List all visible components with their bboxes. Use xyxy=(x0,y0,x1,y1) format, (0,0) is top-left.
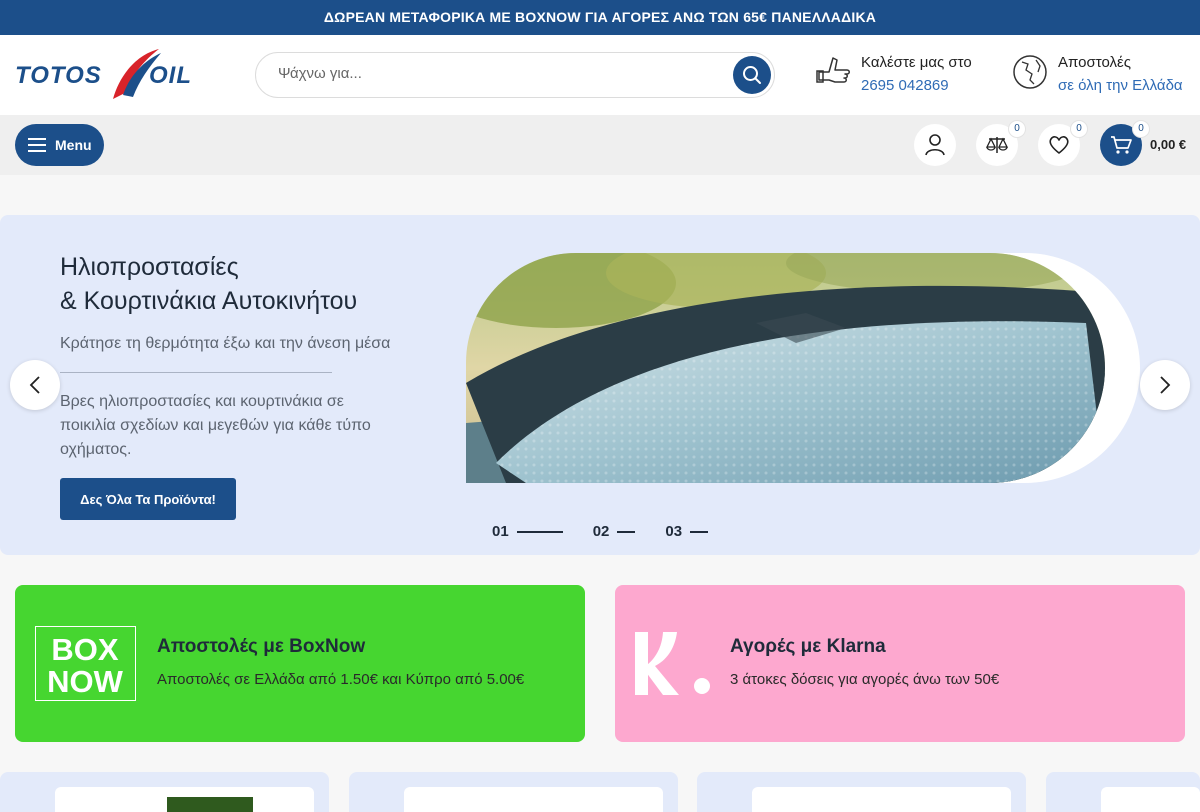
cart-button[interactable]: 0 xyxy=(1100,120,1150,166)
slider-pagination: 01 02 03 xyxy=(492,523,738,540)
klarna-text: 3 άτοκες δόσεις για αγορές άνω των 50€ xyxy=(730,671,1000,688)
phone-label: Καλέστε μας στο xyxy=(861,54,972,71)
klarna-logo xyxy=(635,632,710,695)
klarna-title: Αγορές με Klarna xyxy=(730,636,886,657)
wishlist-button[interactable]: 0 xyxy=(1038,120,1088,166)
hero-description: Βρες ηλιοπροστασίες και κουρτινάκια σε π… xyxy=(60,393,371,458)
cart-icon xyxy=(1111,136,1132,154)
svg-text:NOW: NOW xyxy=(47,664,124,699)
compare-button[interactable]: 0 xyxy=(976,120,1026,166)
search-input[interactable] xyxy=(278,65,718,82)
heart-icon xyxy=(1049,136,1069,154)
hero-divider xyxy=(60,372,332,373)
scale-icon xyxy=(986,137,1008,153)
chevron-left-icon xyxy=(29,376,40,394)
slide-number: 03 xyxy=(665,523,683,540)
search-button[interactable] xyxy=(733,56,771,94)
shipping-info: Αποστολές σε όλη την Ελλάδα xyxy=(1012,52,1183,98)
phone-number-link[interactable]: 2695 042869 xyxy=(861,74,972,98)
svg-text:OIL: OIL xyxy=(149,62,192,89)
slider-prev-button[interactable] xyxy=(10,360,60,410)
free-shipping-banner: ΔΩΡΕΑΝ ΜΕΤΑΦΟΡΙΚΑ ΜΕ BOXNOW ΓΙΑ ΑΓΟΡΕΣ Α… xyxy=(0,0,1200,35)
phone-info: Καλέστε μας στο 2695 042869 xyxy=(815,52,972,98)
hero-slider: Ηλιοπροστασίες & Κουρτινάκια Αυτοκινήτου… xyxy=(0,215,1200,555)
view-all-products-button[interactable]: Δες Όλα Τα Προϊόντα! xyxy=(60,478,236,520)
hero-title-line2: & Κουρτινάκια Αυτοκινήτου xyxy=(60,287,358,315)
windshield-sunshade-image xyxy=(466,253,1105,483)
wishlist-count-badge: 0 xyxy=(1070,120,1088,138)
slide-dot-3[interactable]: 03 xyxy=(665,523,709,540)
boxnow-promo-card[interactable]: BOX NOW Αποστολές με BoxNow Αποστολές σε… xyxy=(15,585,585,742)
hero-image xyxy=(466,253,1105,483)
site-logo[interactable]: TOTOS OIL xyxy=(15,47,215,103)
chevron-right-icon xyxy=(1160,376,1171,394)
menu-label: Menu xyxy=(55,137,92,153)
account-button[interactable] xyxy=(914,124,956,166)
shipping-label: Αποστολές xyxy=(1058,54,1131,71)
cart-total[interactable]: 0,00 € xyxy=(1150,137,1186,152)
boxnow-logo: BOX NOW xyxy=(35,626,136,701)
phone-hand-icon xyxy=(816,57,850,83)
slide-progress-line xyxy=(617,530,636,533)
search-icon xyxy=(743,66,761,84)
compare-count-badge: 0 xyxy=(1008,120,1026,138)
slide-progress-line xyxy=(516,530,563,533)
slide-dot-1[interactable]: 01 xyxy=(492,523,563,540)
boxnow-text: Αποστολές σε Ελλάδα από 1.50€ και Κύπρο … xyxy=(157,671,525,688)
slide-progress-line xyxy=(690,530,709,533)
hero-title-line1: Ηλιοπροστασίες xyxy=(60,253,239,281)
product-card[interactable] xyxy=(1046,772,1200,812)
slide-number: 02 xyxy=(592,523,610,540)
slide-dot-2[interactable]: 02 xyxy=(593,523,636,540)
hamburger-icon xyxy=(28,138,46,152)
search-box xyxy=(255,52,775,98)
boxnow-logo-line1: BOX xyxy=(51,632,119,667)
globe-icon xyxy=(1013,55,1047,89)
product-card[interactable] xyxy=(0,772,329,812)
slide-number: 01 xyxy=(492,523,509,540)
slider-next-button[interactable] xyxy=(1140,360,1190,410)
klarna-promo-card[interactable]: Αγορές με Klarna 3 άτοκες δόσεις για αγο… xyxy=(615,585,1185,742)
totos-oil-logo: TOTOS OIL xyxy=(15,49,192,99)
cart-count-badge: 0 xyxy=(1132,120,1150,138)
menu-button[interactable]: Menu xyxy=(15,124,104,166)
shipping-link[interactable]: σε όλη την Ελλάδα xyxy=(1058,74,1183,98)
product-card[interactable] xyxy=(349,772,678,812)
user-icon xyxy=(925,134,945,156)
product-card[interactable] xyxy=(697,772,1026,812)
site-header: TOTOS OIL Καλέστε μας στο 2695 042869 xyxy=(0,35,1200,115)
hero-title: Ηλιοπροστασίες & Κουρτινάκια Αυτοκινήτου xyxy=(60,250,357,318)
svg-text:TOTOS: TOTOS xyxy=(15,62,102,89)
nav-row: Menu 0 0 0 0,00 € xyxy=(0,115,1200,175)
hero-subtitle: Κράτησε τη θερμότητα έξω και την άνεση μ… xyxy=(60,335,391,352)
boxnow-title: Αποστολές με BoxNow xyxy=(157,636,366,657)
